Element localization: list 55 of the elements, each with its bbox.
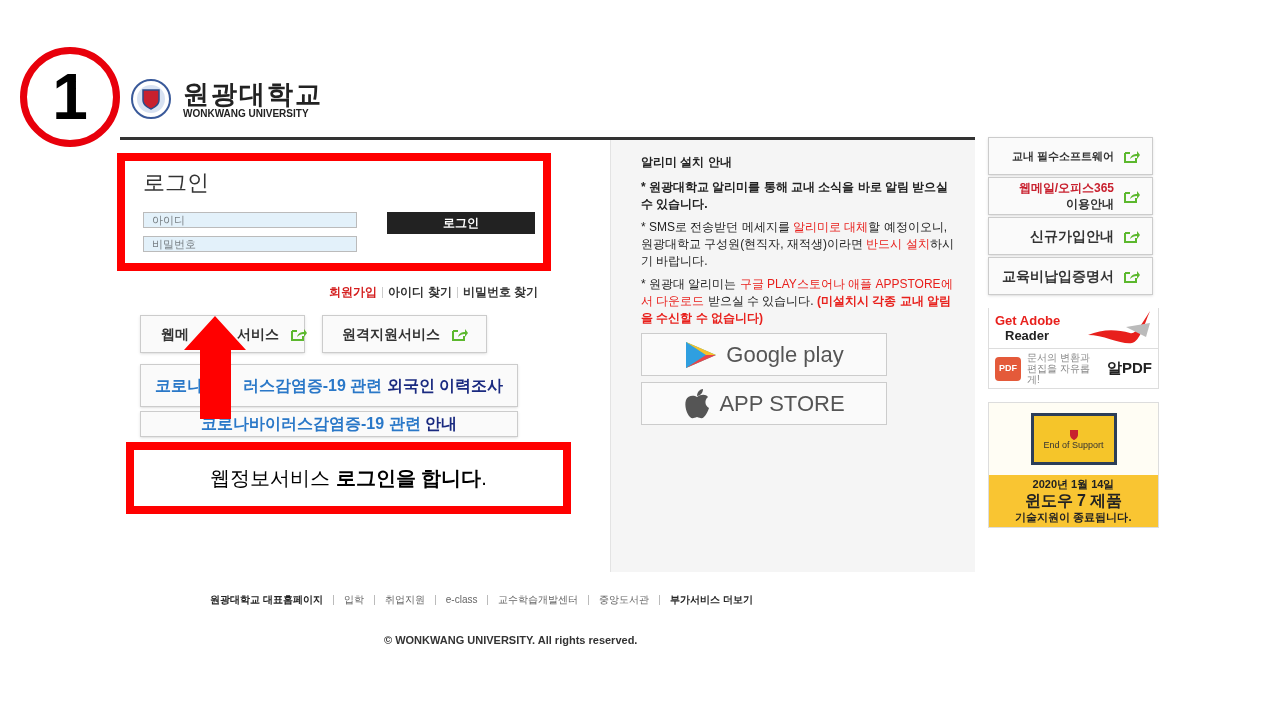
footer-link[interactable]: 입학 — [343, 592, 364, 607]
store-button[interactable]: Google play — [641, 333, 887, 376]
account-link[interactable]: 비밀번호 찾기 — [462, 283, 538, 301]
footer-link[interactable]: 중앙도서관 — [599, 592, 650, 607]
notice-button[interactable]: 코로나바이러스감염증-19 관련 안내 — [140, 411, 518, 437]
banner-title: Get Adobe — [995, 313, 1061, 328]
windows-support-banner[interactable]: End of Support 2020년 1월 14일 윈도우 7 제품 기술지원이 종료됩니다. — [988, 402, 1159, 528]
banner-tagline: 문서의 변환과 편집을 자유롭게! — [1027, 352, 1091, 385]
banner-title: 알PDF — [1107, 358, 1152, 379]
logo-subtitle: WONKWANG UNIVERSITY — [183, 109, 310, 119]
button-label: 교육비납입증명서 — [1002, 268, 1114, 284]
button-label: 신규가입안내 — [1030, 228, 1114, 244]
logo-text: 원광대학교 — [183, 81, 323, 107]
button-label: 웹메일/오피스365 — [1018, 180, 1114, 196]
banner-headline: 윈도우 7 제품 — [1024, 492, 1123, 510]
button-label: 코로나 — [154, 375, 203, 396]
button-label: 이용안내 — [1066, 196, 1114, 212]
side-link-button[interactable]: 웹메일/오피스365 이용안내 — [988, 177, 1153, 215]
alpdf-banner[interactable]: PDF 문서의 변환과 편집을 자유롭게! 알PDF — [988, 348, 1159, 389]
copyright-text: © WONKWANG UNIVERSITY. All rights reserved. — [384, 633, 638, 648]
adobe-reader-banner[interactable]: Get Adobe Reader — [988, 308, 1159, 348]
footer-link[interactable]: 교수학습개발센터 — [498, 592, 579, 607]
banner-footer: 기술지원이 종료됩니다. — [1015, 510, 1132, 525]
footer-link[interactable]: 부가서비스 더보기 — [670, 592, 754, 607]
login-input-field[interactable]: 아이디 — [143, 212, 357, 228]
footer-link[interactable]: e-class — [445, 592, 478, 607]
footer-link[interactable]: 원광대학교 대표홈페이지 — [210, 592, 323, 607]
login-input-field[interactable]: 비밀번호 — [143, 236, 357, 252]
step-number-badge: 1 — [20, 47, 120, 147]
button-label: 웹메 — [161, 324, 189, 344]
store-button[interactable]: APP STORE — [641, 382, 887, 425]
account-link[interactable]: 회원가입 — [329, 283, 378, 301]
account-link[interactable]: 아이디 찾기 — [388, 283, 452, 301]
callout-text: 웹정보서비스 로그인을 합니다. — [126, 442, 571, 514]
login-title: 로그인 — [143, 172, 210, 197]
notice-text: * SMS로 전송받던 메세지를 알리미로 대체할 예정이오니, 원광대학교 구성원(현직자, 재적생)이라면 반드시 설치하시기 바랍니다. — [641, 219, 955, 270]
banner-date: 2020년 1월 14일 — [1032, 477, 1115, 492]
button-label: 원격지원서비스 — [341, 324, 440, 344]
notice-text: * 원광대학교 알리미를 통해 교내 소식을 바로 알림 받으실 수 있습니다. — [641, 179, 950, 213]
login-button[interactable]: 로그인 — [387, 212, 535, 234]
side-link-button[interactable]: 신규가입안내 — [988, 217, 1153, 255]
footer-link[interactable]: 취업지원 — [384, 592, 425, 607]
button-label: 교내 필수소프트웨어 — [1011, 149, 1114, 164]
notice-title: 알리미 설치 안내 — [641, 154, 733, 171]
notice-text: * 원광대 알리미는 구글 PLAY스토어나 애플 APPSTORE에서 다운로드 받으실 수 있습니다. (미설치시 각종 교내 알림을 수신할 수 없습니다) — [641, 276, 954, 327]
button-label: 코로나바이러스감염증-19 관련 안내 — [201, 414, 457, 434]
notice-button[interactable]: 코로나 러스감염증-19 관련 외국인 이력조사 — [140, 364, 518, 407]
side-link-button[interactable]: 교육비납입증명서 — [988, 257, 1153, 295]
button-label: 러스감염증-19 관련 외국인 이력조사 — [242, 375, 504, 396]
pdf-badge: PDF — [995, 356, 1021, 381]
banner-subtitle: Reader — [1004, 328, 1051, 343]
button-label: 서비스 — [237, 324, 279, 344]
screen-label: End of Support — [1043, 440, 1104, 450]
service-button[interactable]: 원격지원서비스 — [322, 315, 487, 353]
side-link-button[interactable]: 교내 필수소프트웨어 — [988, 137, 1153, 175]
